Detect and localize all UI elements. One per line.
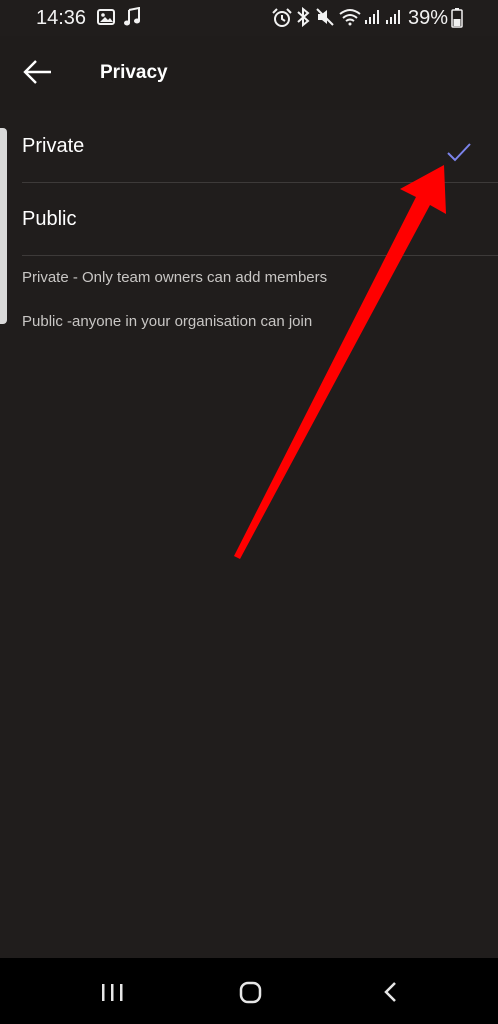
privacy-options-list: Private Public Private - Only team owner… [0, 110, 498, 958]
music-note-icon [124, 7, 140, 26]
arrow-left-icon [23, 60, 51, 84]
page-title: Privacy [100, 62, 168, 83]
app-bar: Privacy [0, 36, 498, 110]
mute-icon [316, 8, 334, 26]
option-public[interactable]: Public [0, 183, 498, 255]
screen: 14:36 39% Privacy Private Public Private… [0, 0, 498, 1024]
option-public-label: Public [22, 208, 77, 230]
back-button[interactable] [14, 50, 62, 94]
bluetooth-icon [297, 7, 310, 27]
public-description: Public -anyone in your organisation can … [22, 313, 313, 330]
nav-bar [0, 958, 498, 1024]
back-icon [384, 982, 396, 1002]
divider [22, 255, 498, 256]
status-bar: 14:36 39% [0, 0, 498, 36]
signal-icon-2 [386, 10, 400, 24]
recent-apps-icon [102, 984, 123, 1001]
battery-icon [451, 8, 463, 28]
private-description: Private - Only team owners can add membe… [22, 269, 328, 286]
alarm-icon [272, 8, 292, 27]
checkmark-icon [447, 143, 471, 162]
option-private-label: Private [22, 135, 85, 157]
signal-icon [365, 10, 379, 24]
status-time: 14:36 [36, 7, 87, 29]
wifi-icon [339, 9, 361, 26]
nav-back-button[interactable] [360, 972, 420, 1012]
image-icon [97, 9, 115, 25]
home-icon [239, 981, 262, 1004]
recent-apps-button[interactable] [82, 972, 142, 1012]
home-button[interactable] [220, 972, 280, 1012]
option-private[interactable]: Private [0, 110, 498, 182]
battery-percent: 39% [408, 7, 449, 29]
